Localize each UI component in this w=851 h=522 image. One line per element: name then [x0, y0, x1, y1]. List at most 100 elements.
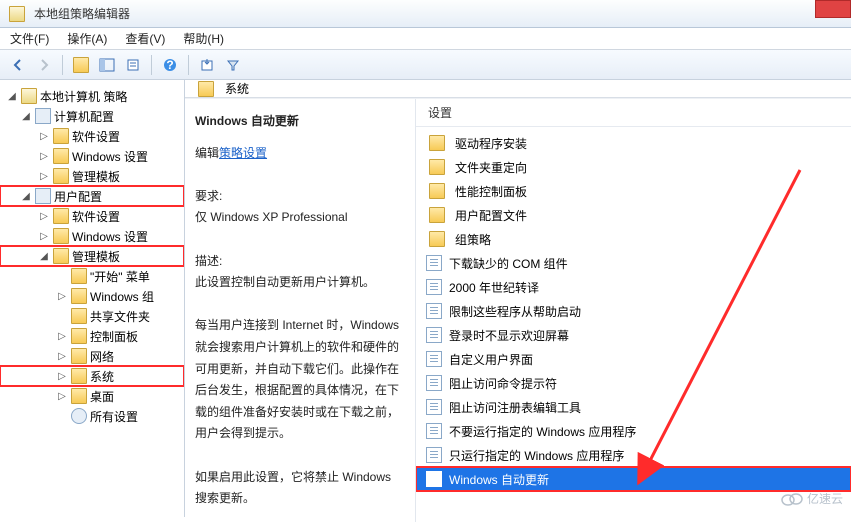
folder-icon — [429, 135, 445, 151]
policy-doc-icon — [426, 327, 442, 343]
settings-list-pane: 设置 驱动程序安装文件夹重定向性能控制面板用户配置文件组策略下载缺少的 COM … — [415, 99, 851, 522]
forward-button[interactable] — [32, 53, 56, 77]
list-item[interactable]: 驱动程序安装 — [416, 131, 851, 155]
menu-file[interactable]: 文件(F) — [10, 30, 49, 47]
tree-all-settings[interactable]: 所有设置 — [0, 406, 184, 426]
up-button[interactable] — [69, 53, 93, 77]
separator — [188, 55, 189, 75]
folder-icon — [53, 248, 69, 264]
desc-text-2: 每当用户连接到 Internet 时，Windows 就会搜索用户计算机上的软件… — [195, 315, 405, 445]
menubar: 文件(F) 操作(A) 查看(V) 帮助(H) — [0, 28, 851, 50]
list-item[interactable]: 下载缺少的 COM 组件 — [416, 251, 851, 275]
app-icon — [9, 6, 25, 22]
desc-text-1: 此设置控制自动更新用户计算机。 — [195, 272, 405, 294]
list-item-label: 不要运行指定的 Windows 应用程序 — [449, 423, 636, 440]
menu-view[interactable]: 查看(V) — [125, 30, 165, 47]
tree-desktop[interactable]: 桌面 — [0, 386, 184, 406]
list-item[interactable]: 阻止访问命令提示符 — [416, 371, 851, 395]
folder-icon — [53, 208, 69, 224]
watermark: 亿速云 — [781, 490, 843, 507]
list-item[interactable]: 性能控制面板 — [416, 179, 851, 203]
list-header[interactable]: 设置 — [416, 99, 851, 127]
main-area: 本地计算机 策略 计算机配置 软件设置 Windows 设置 管理模板 用户配置… — [0, 80, 851, 517]
folder-icon — [53, 148, 69, 164]
edit-policy-link[interactable]: 策略设置 — [219, 146, 267, 160]
list-item-label: 文件夹重定向 — [455, 159, 527, 176]
tree-uc-software[interactable]: 软件设置 — [0, 206, 184, 226]
tree-start-menu[interactable]: "开始" 菜单 — [0, 266, 184, 286]
folder-icon — [71, 328, 87, 344]
tree-uc-admin[interactable]: 管理模板 — [0, 246, 184, 266]
show-hide-tree-button[interactable] — [95, 53, 119, 77]
folder-icon — [429, 183, 445, 199]
list-item-label: 只运行指定的 Windows 应用程序 — [449, 447, 624, 464]
list-item[interactable]: 限制这些程序从帮助启动 — [416, 299, 851, 323]
list-item-label: 用户配置文件 — [455, 207, 527, 224]
tree-cc-software[interactable]: 软件设置 — [0, 126, 184, 146]
computer-icon — [35, 108, 51, 124]
tree-computer-config[interactable]: 计算机配置 — [0, 106, 184, 126]
menu-action[interactable]: 操作(A) — [67, 30, 107, 47]
desc-label: 描述: — [195, 251, 405, 273]
gear-icon — [71, 408, 87, 424]
list-item-label: 自定义用户界面 — [449, 351, 533, 368]
policy-doc-icon — [426, 471, 442, 487]
folder-icon — [429, 231, 445, 247]
user-icon — [35, 188, 51, 204]
tree-uc-windows[interactable]: Windows 设置 — [0, 226, 184, 246]
folder-icon — [53, 228, 69, 244]
list-item[interactable]: Windows 自动更新 — [416, 467, 851, 491]
menu-help[interactable]: 帮助(H) — [183, 30, 224, 47]
list-item[interactable]: 登录时不显示欢迎屏幕 — [416, 323, 851, 347]
nav-tree: 本地计算机 策略 计算机配置 软件设置 Windows 设置 管理模板 用户配置… — [0, 80, 185, 517]
policy-doc-icon — [426, 255, 442, 271]
folder-icon — [71, 288, 87, 304]
folder-icon — [429, 207, 445, 223]
list-item-label: 2000 年世纪转译 — [449, 279, 539, 296]
tree-network[interactable]: 网络 — [0, 346, 184, 366]
list-item-label: 下载缺少的 COM 组件 — [449, 255, 568, 272]
folder-icon — [53, 168, 69, 184]
list-item-label: 登录时不显示欢迎屏幕 — [449, 327, 569, 344]
help-button[interactable]: ? — [158, 53, 182, 77]
tree-windows-comp[interactable]: Windows 组 — [0, 286, 184, 306]
list-item-label: 阻止访问命令提示符 — [449, 375, 557, 392]
tree-shared-folders[interactable]: 共享文件夹 — [0, 306, 184, 326]
description-pane: Windows 自动更新 编辑策略设置 要求: 仅 Windows XP Pro… — [185, 99, 415, 522]
filter-button[interactable] — [221, 53, 245, 77]
policy-doc-icon — [426, 303, 442, 319]
list-item[interactable]: 只运行指定的 Windows 应用程序 — [416, 443, 851, 467]
export-button[interactable] — [195, 53, 219, 77]
tree-control-panel[interactable]: 控制面板 — [0, 326, 184, 346]
close-button[interactable] — [815, 0, 851, 18]
folder-icon — [71, 308, 87, 324]
list-item-label: 限制这些程序从帮助启动 — [449, 303, 581, 320]
list-item[interactable]: 用户配置文件 — [416, 203, 851, 227]
tree-cc-admin[interactable]: 管理模板 — [0, 166, 184, 186]
breadcrumb: 系统 — [225, 80, 249, 97]
policy-doc-icon — [426, 279, 442, 295]
policy-doc-icon — [426, 447, 442, 463]
list-item[interactable]: 不要运行指定的 Windows 应用程序 — [416, 419, 851, 443]
folder-icon — [71, 268, 87, 284]
tree-cc-windows[interactable]: Windows 设置 — [0, 146, 184, 166]
list-item[interactable]: 自定义用户界面 — [416, 347, 851, 371]
tree-system[interactable]: 系统 — [0, 366, 184, 386]
folder-icon — [429, 159, 445, 175]
tree-root[interactable]: 本地计算机 策略 — [0, 86, 184, 106]
policy-doc-icon — [426, 351, 442, 367]
detail-pane: 系统 Windows 自动更新 编辑策略设置 要求: 仅 Windows XP … — [185, 80, 851, 517]
back-button[interactable] — [6, 53, 30, 77]
list-item[interactable]: 文件夹重定向 — [416, 155, 851, 179]
properties-button[interactable] — [121, 53, 145, 77]
toolbar: ? — [0, 50, 851, 80]
req-label: 要求: — [195, 186, 405, 208]
policy-doc-icon — [426, 423, 442, 439]
list-item[interactable]: 组策略 — [416, 227, 851, 251]
req-text: 仅 Windows XP Professional — [195, 207, 405, 229]
list-item[interactable]: 阻止访问注册表编辑工具 — [416, 395, 851, 419]
tree-user-config[interactable]: 用户配置 — [0, 186, 184, 206]
list-item[interactable]: 2000 年世纪转译 — [416, 275, 851, 299]
policy-doc-icon — [426, 375, 442, 391]
separator — [151, 55, 152, 75]
